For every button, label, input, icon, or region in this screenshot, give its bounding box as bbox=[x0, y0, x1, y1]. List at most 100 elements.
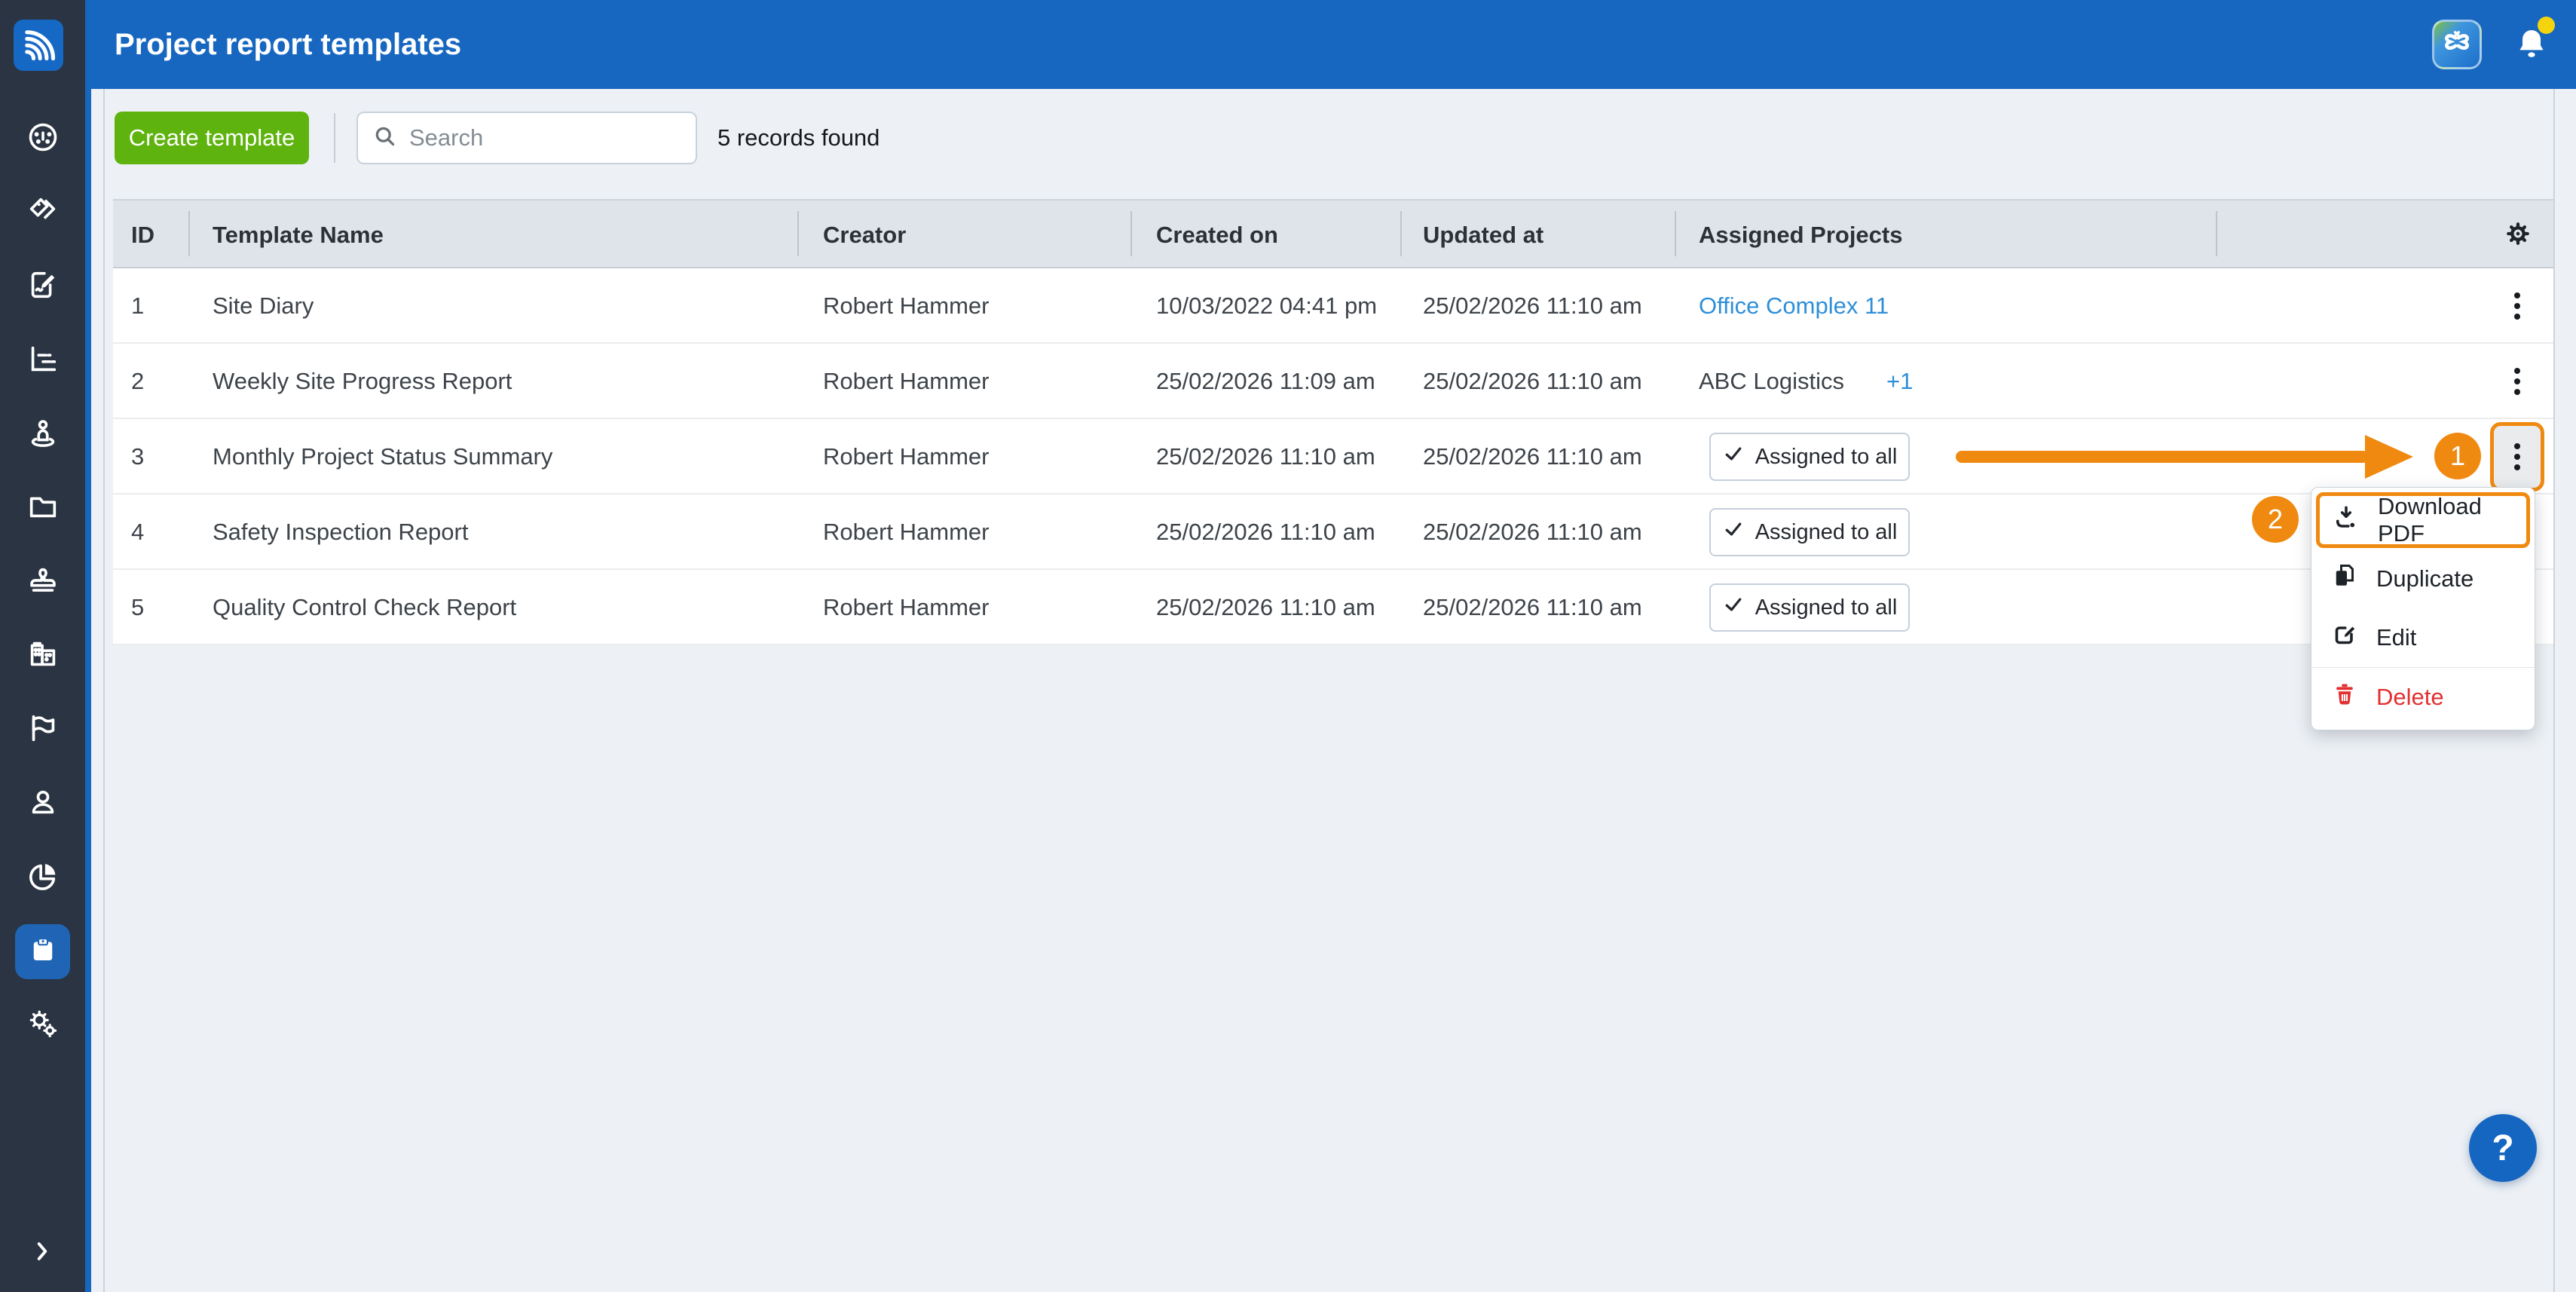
menu-item-delete[interactable]: Delete bbox=[2311, 668, 2535, 727]
dashboard-icon bbox=[26, 120, 60, 158]
assigned-to-all-badge[interactable]: Assigned to all bbox=[1709, 583, 1910, 632]
assigned-badge-label: Assigned to all bbox=[1755, 520, 1898, 545]
content-panel-left-border bbox=[103, 89, 105, 1292]
sidebar-item-dashboard[interactable] bbox=[0, 122, 85, 155]
check-icon bbox=[1722, 518, 1745, 546]
sidebar-item-reports[interactable] bbox=[0, 861, 85, 894]
help-button[interactable]: ? bbox=[2469, 1114, 2537, 1182]
cell-creator: Robert Hammer bbox=[823, 494, 990, 570]
sidebar-accent-strip bbox=[85, 0, 91, 1292]
cell-template-name: Safety Inspection Report bbox=[213, 494, 468, 570]
column-divider bbox=[2216, 211, 2217, 256]
templates-table: ID Template Name Creator Created on Upda… bbox=[113, 199, 2553, 645]
duplicate-icon bbox=[2331, 562, 2358, 595]
notification-badge bbox=[2538, 17, 2555, 34]
assigned-badge-label: Assigned to all bbox=[1755, 595, 1898, 620]
sidebar-item-tags[interactable] bbox=[0, 196, 85, 229]
menu-item-edit[interactable]: Edit bbox=[2311, 608, 2535, 667]
sidebar-item-documents[interactable] bbox=[0, 491, 85, 525]
column-divider bbox=[797, 211, 799, 256]
cell-created-on: 25/02/2026 11:10 am bbox=[1156, 419, 1375, 494]
sidebar-item-flags[interactable] bbox=[0, 713, 85, 746]
clipboard-icon bbox=[27, 934, 59, 969]
check-icon bbox=[1722, 442, 1745, 471]
assigned-projects-more-link[interactable]: +1 bbox=[1886, 368, 1913, 394]
cell-creator: Robert Hammer bbox=[823, 419, 990, 494]
page: Project report templates Create tem bbox=[0, 0, 2576, 1292]
sidebar-item-daily-log[interactable] bbox=[0, 270, 85, 303]
table-row: 5 Quality Control Check Report Robert Ha… bbox=[113, 570, 2553, 645]
row-actions-menu-button[interactable] bbox=[2501, 268, 2534, 344]
stamp-icon bbox=[26, 563, 60, 602]
sidebar-item-stamps[interactable] bbox=[0, 565, 85, 599]
app-logo bbox=[14, 20, 63, 71]
menu-item-download-pdf[interactable]: Download PDF bbox=[2320, 496, 2526, 544]
assigned-to-all-badge[interactable]: Assigned to all bbox=[1709, 508, 1910, 556]
user-icon bbox=[26, 785, 60, 823]
search-box[interactable] bbox=[356, 112, 697, 164]
gantt-chart-icon bbox=[26, 341, 60, 380]
cell-id: 1 bbox=[131, 268, 144, 344]
top-header: Project report templates bbox=[91, 0, 2576, 89]
gear-icon bbox=[2503, 219, 2533, 253]
cell-created-on: 10/03/2022 04:41 pm bbox=[1156, 268, 1377, 344]
chevron-right-icon bbox=[29, 1238, 55, 1268]
cell-updated-at: 25/02/2026 11:10 am bbox=[1423, 268, 1642, 344]
cell-id: 2 bbox=[131, 344, 144, 419]
table-row: 4 Safety Inspection Report Robert Hammer… bbox=[113, 494, 2553, 570]
check-icon bbox=[1722, 593, 1745, 622]
sidebar-item-contacts[interactable] bbox=[0, 787, 85, 820]
sidebar-expand-button[interactable] bbox=[26, 1236, 59, 1269]
column-divider bbox=[188, 211, 190, 256]
column-header-id: ID bbox=[131, 201, 154, 270]
annotation-step-1: 1 bbox=[2434, 433, 2481, 479]
column-divider bbox=[1675, 211, 1676, 256]
download-icon bbox=[2333, 504, 2360, 537]
apps-icon bbox=[2440, 26, 2474, 64]
assigned-badge-label: Assigned to all bbox=[1755, 445, 1898, 470]
column-header-updated-at: Updated at bbox=[1423, 201, 1543, 270]
cell-template-name: Quality Control Check Report bbox=[213, 570, 516, 645]
sidebar-item-settings[interactable] bbox=[0, 1009, 85, 1042]
column-divider bbox=[1400, 211, 1402, 256]
document-edit-icon bbox=[26, 268, 60, 306]
menu-item-label: Download PDF bbox=[2378, 493, 2513, 547]
column-header-creator: Creator bbox=[823, 201, 906, 270]
cell-creator: Robert Hammer bbox=[823, 344, 990, 419]
folder-icon bbox=[26, 489, 60, 528]
buildings-icon bbox=[26, 637, 60, 675]
cell-id: 4 bbox=[131, 494, 144, 570]
cell-updated-at: 25/02/2026 11:10 am bbox=[1423, 494, 1642, 570]
assigned-to-all-badge[interactable]: Assigned to all bbox=[1709, 433, 1910, 481]
table-row: 2 Weekly Site Progress Report Robert Ham… bbox=[113, 344, 2553, 419]
cell-template-name: Site Diary bbox=[213, 268, 314, 344]
cell-updated-at: 25/02/2026 11:10 am bbox=[1423, 570, 1642, 645]
gears-icon bbox=[26, 1006, 60, 1045]
cell-creator: Robert Hammer bbox=[823, 268, 990, 344]
assigned-project-link[interactable]: Office Complex 11 bbox=[1699, 292, 1889, 319]
sidebar-item-resources[interactable] bbox=[0, 418, 85, 451]
column-header-assigned-projects: Assigned Projects bbox=[1699, 201, 1902, 270]
assigned-project-label: ABC Logistics bbox=[1699, 368, 1844, 394]
search-input[interactable] bbox=[409, 124, 682, 152]
cell-creator: Robert Hammer bbox=[823, 570, 990, 645]
notifications-button[interactable] bbox=[2513, 20, 2559, 69]
cell-template-name: Monthly Project Status Summary bbox=[213, 419, 552, 494]
table-settings-button[interactable] bbox=[2492, 201, 2544, 270]
pie-chart-icon bbox=[26, 859, 60, 897]
row-actions-context-menu: Download PDF Duplicate Edit bbox=[2311, 487, 2535, 730]
column-header-template-name: Template Name bbox=[213, 201, 384, 270]
annotation-highlight-box: Download PDF bbox=[2316, 492, 2530, 548]
row-actions-menu-button-highlighted[interactable] bbox=[2490, 422, 2544, 491]
cell-created-on: 25/02/2026 11:09 am bbox=[1156, 344, 1375, 419]
sidebar-item-companies[interactable] bbox=[0, 639, 85, 672]
menu-item-duplicate[interactable]: Duplicate bbox=[2311, 550, 2535, 608]
menu-item-label: Duplicate bbox=[2376, 565, 2474, 592]
create-template-button[interactable]: Create template bbox=[115, 112, 309, 164]
apps-button[interactable] bbox=[2432, 20, 2482, 69]
cell-template-name: Weekly Site Progress Report bbox=[213, 344, 512, 419]
row-actions-menu-button[interactable] bbox=[2501, 344, 2534, 419]
sidebar-item-planning[interactable] bbox=[0, 344, 85, 377]
sidebar-item-report-templates[interactable] bbox=[15, 924, 70, 979]
cell-id: 5 bbox=[131, 570, 144, 645]
